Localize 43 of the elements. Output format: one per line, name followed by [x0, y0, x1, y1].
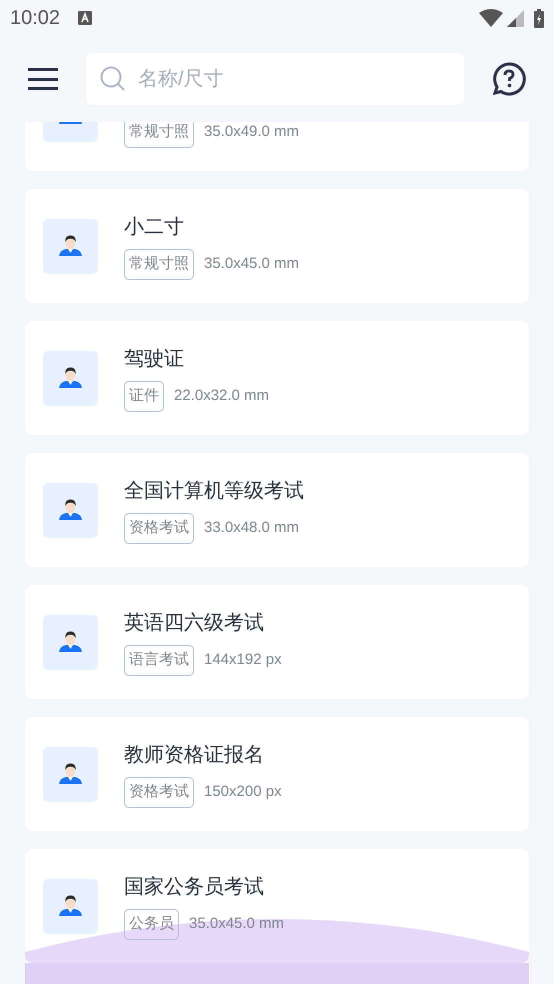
size-text: 35.0x45.0 mm	[204, 254, 300, 274]
keyboard-notification-icon	[78, 11, 92, 25]
battery-icon	[534, 8, 544, 28]
list-card[interactable]: 英语四六级考试 语言考试 144x192 px	[25, 585, 529, 699]
item-title: 小二寸	[124, 214, 185, 240]
search-input[interactable]: 名称/尺寸	[138, 64, 450, 94]
item-title: 教师资格证报名	[124, 742, 265, 768]
item-title: 驾驶证	[124, 346, 185, 372]
category-tag: 证件	[124, 380, 164, 412]
size-text: 144x192 px	[204, 650, 282, 670]
search-field[interactable]: 名称/尺寸	[86, 53, 464, 105]
size-text: 22.0x32.0 mm	[174, 386, 270, 406]
signal-icon	[507, 10, 524, 26]
person-avatar-icon	[43, 746, 98, 802]
help-icon[interactable]	[492, 62, 526, 96]
person-avatar-icon	[43, 482, 98, 538]
list-card[interactable]: 驾驶证 证件 22.0x32.0 mm	[25, 321, 529, 435]
size-text: 33.0x48.0 mm	[204, 518, 300, 538]
list-card[interactable]: 全国计算机等级考试 资格考试 33.0x48.0 mm	[25, 453, 529, 567]
category-tag: 常规寸照	[124, 122, 194, 148]
list-card[interactable]: 小二寸 常规寸照 35.0x45.0 mm	[25, 189, 529, 303]
list-card[interactable]: 教师资格证报名 资格考试 150x200 px	[25, 717, 529, 831]
size-text: 35.0x49.0 mm	[204, 122, 300, 142]
person-avatar-icon	[43, 878, 98, 934]
search-icon	[100, 66, 126, 92]
size-text: 35.0x45.0 mm	[189, 914, 284, 934]
category-tag: 资格考试	[124, 512, 194, 544]
person-avatar-icon	[43, 350, 98, 406]
category-tag: 语言考试	[124, 644, 194, 676]
category-tag: 公务员	[124, 908, 179, 940]
item-title: 英语四六级考试	[124, 610, 265, 636]
item-title: 全国计算机等级考试	[124, 478, 304, 504]
person-avatar-icon	[43, 614, 98, 670]
size-text: 150x200 px	[204, 782, 282, 802]
menu-button[interactable]	[28, 67, 58, 91]
wifi-icon	[479, 9, 503, 27]
status-time: 10:02	[10, 6, 60, 31]
list-card[interactable]: 国家公务员考试 公务员 35.0x45.0 mm	[25, 849, 529, 963]
person-avatar-icon	[43, 218, 98, 274]
list-card[interactable]: 常规寸照 35.0x49.0 mm	[25, 122, 529, 171]
item-title: 国家公务员考试	[124, 874, 265, 900]
category-tag: 资格考试	[124, 776, 194, 808]
category-tag: 常规寸照	[124, 248, 194, 280]
